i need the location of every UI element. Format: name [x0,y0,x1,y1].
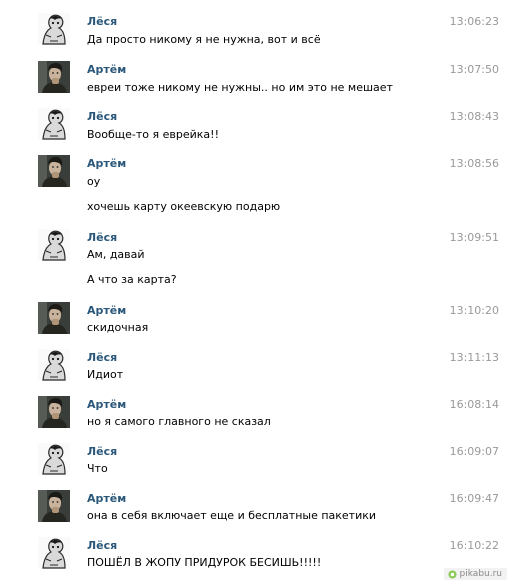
message-time[interactable]: 13:06:23 [450,15,499,28]
message-time[interactable]: 13:08:56 [450,157,499,170]
avatar[interactable] [38,108,70,140]
message-text: скидочная [87,321,149,334]
message-text: Вообще-то я еврейка!! [87,128,219,141]
message-author[interactable]: Лёся [87,231,117,244]
message-text: оу [87,175,101,188]
lesya-avatar-icon [38,443,70,475]
artem-avatar-icon [38,61,70,93]
message-text: Ам, давай [87,248,145,261]
message-author[interactable]: Артём [87,492,126,505]
avatar[interactable] [38,537,70,569]
avatar[interactable] [38,443,70,475]
avatar[interactable] [38,13,70,45]
message-time[interactable]: 13:08:43 [450,110,499,123]
message-author[interactable]: Лёся [87,15,117,28]
lesya-avatar-icon [38,229,70,261]
message-time[interactable]: 13:11:13 [450,351,499,364]
artem-avatar-icon [38,490,70,522]
avatar[interactable] [38,61,70,93]
lesya-avatar-icon [38,349,70,381]
message-author[interactable]: Артём [87,157,126,170]
message-time[interactable]: 16:09:07 [450,445,499,458]
message-time[interactable]: 16:09:47 [450,492,499,505]
avatar[interactable] [38,302,70,334]
watermark-text: pikabu.ru [459,569,502,579]
message-text: Что [87,462,108,475]
lesya-avatar-icon [38,108,70,140]
artem-avatar-icon [38,155,70,187]
message-text: хочешь карту океевскую подарю [87,200,281,213]
message-thread: Лёся 13:06:23 Да просто никому я не нужн… [0,0,513,584]
avatar[interactable] [38,396,70,428]
message-text: евреи тоже никому не нужны.. но им это н… [87,81,393,94]
message-author[interactable]: Лёся [87,351,117,364]
message-text: Идиот [87,368,124,381]
message-author[interactable]: Лёся [87,110,117,123]
message-author[interactable]: Артём [87,304,126,317]
lesya-avatar-icon [38,537,70,569]
message-time[interactable]: 16:08:14 [450,398,499,411]
message-author[interactable]: Лёся [87,445,117,458]
artem-avatar-icon [38,396,70,428]
message-text: А что за карта? [87,273,177,286]
message-text: ПОШЁЛ В ЖОПУ ПРИДУРОК БЕСИШЬ!!!!! [87,556,322,569]
message-text: но я самого главного не сказал [87,415,271,428]
artem-avatar-icon [38,302,70,334]
watermark: pikabu.ru [443,568,507,580]
message-text: она в себя включает еще и бесплатные пак… [87,509,377,522]
avatar[interactable] [38,155,70,187]
message-author[interactable]: Лёся [87,539,117,552]
lesya-avatar-icon [38,13,70,45]
message-author[interactable]: Артём [87,398,126,411]
pikabu-logo-icon [447,569,457,579]
message-text: Да просто никому я не нужна, вот и всё [87,33,321,46]
message-time[interactable]: 16:10:22 [450,539,499,552]
message-time[interactable]: 13:09:51 [450,231,499,244]
avatar[interactable] [38,349,70,381]
message-author[interactable]: Артём [87,63,126,76]
message-time[interactable]: 13:07:50 [450,63,499,76]
message-time[interactable]: 13:10:20 [450,304,499,317]
avatar[interactable] [38,229,70,261]
avatar[interactable] [38,490,70,522]
